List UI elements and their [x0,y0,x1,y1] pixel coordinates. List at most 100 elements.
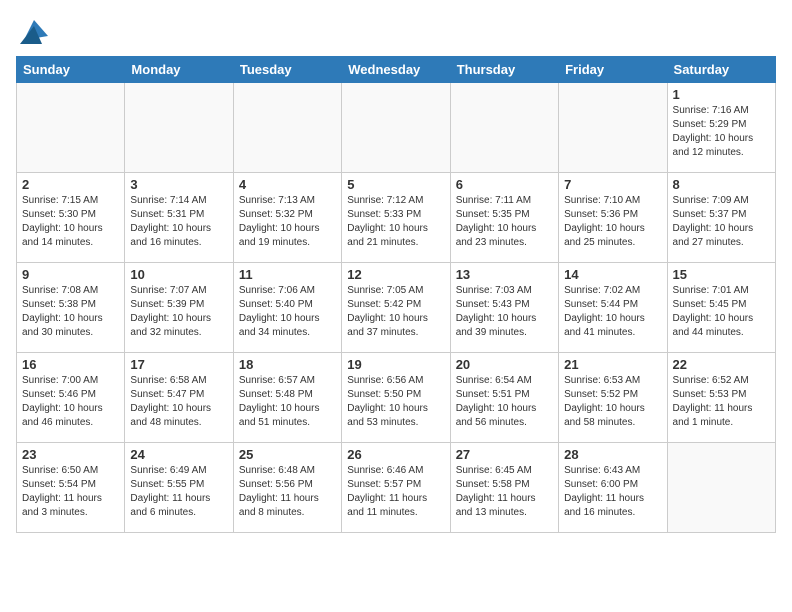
day-number: 18 [239,357,336,372]
day-number: 8 [673,177,770,192]
weekday-header-thursday: Thursday [450,57,558,83]
calendar-cell: 20 Sunrise: 6:54 AM Sunset: 5:51 PM Dayli… [450,353,558,443]
calendar-cell: 13 Sunrise: 7:03 AM Sunset: 5:43 PM Dayli… [450,263,558,353]
day-info: Sunrise: 7:14 AM Sunset: 5:31 PM Dayligh… [130,194,227,250]
calendar-header-row: SundayMondayTuesdayWednesdayThursdayFrid… [17,57,776,83]
day-info: Sunrise: 7:03 AM Sunset: 5:43 PM Dayligh… [456,284,553,340]
day-info: Sunrise: 7:01 AM Sunset: 5:45 PM Dayligh… [673,284,770,340]
calendar-cell: 15 Sunrise: 7:01 AM Sunset: 5:45 PM Dayli… [667,263,775,353]
calendar-cell: 22 Sunrise: 6:52 AM Sunset: 5:53 PM Dayli… [667,353,775,443]
week-row-4: 16 Sunrise: 7:00 AM Sunset: 5:46 PM Dayli… [17,353,776,443]
day-info: Sunrise: 7:10 AM Sunset: 5:36 PM Dayligh… [564,194,661,250]
week-row-3: 9 Sunrise: 7:08 AM Sunset: 5:38 PM Daylig… [17,263,776,353]
calendar-cell: 5 Sunrise: 7:12 AM Sunset: 5:33 PM Daylig… [342,173,450,263]
day-number: 3 [130,177,227,192]
day-number: 20 [456,357,553,372]
day-number: 6 [456,177,553,192]
day-info: Sunrise: 7:11 AM Sunset: 5:35 PM Dayligh… [456,194,553,250]
day-info: Sunrise: 6:57 AM Sunset: 5:48 PM Dayligh… [239,374,336,430]
calendar-cell: 28 Sunrise: 6:43 AM Sunset: 6:00 PM Dayli… [559,443,667,533]
calendar-cell: 24Sunrise: 6:49 AM Sunset: 5:55 PM Dayli… [125,443,233,533]
day-number: 22 [673,357,770,372]
day-number: 15 [673,267,770,282]
day-number: 26 [347,447,444,462]
day-number: 2 [22,177,119,192]
calendar-cell [450,83,558,173]
day-info: Sunrise: 7:02 AM Sunset: 5:44 PM Dayligh… [564,284,661,340]
day-info: Sunrise: 6:58 AM Sunset: 5:47 PM Dayligh… [130,374,227,430]
weekday-header-tuesday: Tuesday [233,57,341,83]
weekday-header-sunday: Sunday [17,57,125,83]
calendar-cell: 12 Sunrise: 7:05 AM Sunset: 5:42 PM Dayli… [342,263,450,353]
day-number: 28 [564,447,661,462]
calendar-cell: 6 Sunrise: 7:11 AM Sunset: 5:35 PM Daylig… [450,173,558,263]
day-number: 4 [239,177,336,192]
day-number: 10 [130,267,227,282]
day-info: Sunrise: 7:08 AM Sunset: 5:38 PM Dayligh… [22,284,119,340]
day-number: 25 [239,447,336,462]
day-info: Sunrise: 7:16 AM Sunset: 5:29 PM Dayligh… [673,104,770,160]
weekday-header-saturday: Saturday [667,57,775,83]
calendar-cell: 14 Sunrise: 7:02 AM Sunset: 5:44 PM Dayli… [559,263,667,353]
logo [16,16,48,44]
calendar-cell: 1 Sunrise: 7:16 AM Sunset: 5:29 PM Daylig… [667,83,775,173]
calendar-cell: 27Sunrise: 6:45 AM Sunset: 5:58 PM Dayli… [450,443,558,533]
calendar-cell: 8 Sunrise: 7:09 AM Sunset: 5:37 PM Daylig… [667,173,775,263]
day-info: Sunrise: 6:54 AM Sunset: 5:51 PM Dayligh… [456,374,553,430]
day-number: 21 [564,357,661,372]
day-number: 17 [130,357,227,372]
day-info: Sunrise: 6:45 AM Sunset: 5:58 PM Dayligh… [456,464,553,520]
day-number: 16 [22,357,119,372]
day-info: Sunrise: 7:00 AM Sunset: 5:46 PM Dayligh… [22,374,119,430]
day-info: Sunrise: 6:52 AM Sunset: 5:53 PM Dayligh… [673,374,770,430]
day-number: 23 [22,447,119,462]
calendar-cell: 19 Sunrise: 6:56 AM Sunset: 5:50 PM Dayli… [342,353,450,443]
day-number: 14 [564,267,661,282]
day-number: 12 [347,267,444,282]
day-number: 7 [564,177,661,192]
day-number: 5 [347,177,444,192]
day-info: Sunrise: 7:09 AM Sunset: 5:37 PM Dayligh… [673,194,770,250]
day-info: Sunrise: 7:05 AM Sunset: 5:42 PM Dayligh… [347,284,444,340]
logo-icon [20,16,48,44]
calendar-cell: 25 Sunrise: 6:48 AM Sunset: 5:56 PM Dayli… [233,443,341,533]
calendar-table: SundayMondayTuesdayWednesdayThursdayFrid… [16,56,776,533]
day-number: 13 [456,267,553,282]
calendar-cell: 17 Sunrise: 6:58 AM Sunset: 5:47 PM Dayli… [125,353,233,443]
calendar-cell: 2 Sunrise: 7:15 AM Sunset: 5:30 PM Daylig… [17,173,125,263]
day-info: Sunrise: 6:46 AM Sunset: 5:57 PM Dayligh… [347,464,444,520]
day-info: Sunrise: 7:15 AM Sunset: 5:30 PM Dayligh… [22,194,119,250]
day-info: Sunrise: 6:43 AM Sunset: 6:00 PM Dayligh… [564,464,661,520]
calendar-cell [125,83,233,173]
day-info: Sunrise: 7:13 AM Sunset: 5:32 PM Dayligh… [239,194,336,250]
day-number: 11 [239,267,336,282]
week-row-1: 1 Sunrise: 7:16 AM Sunset: 5:29 PM Daylig… [17,83,776,173]
day-info: Sunrise: 6:48 AM Sunset: 5:56 PM Dayligh… [239,464,336,520]
calendar-cell: 21 Sunrise: 6:53 AM Sunset: 5:52 PM Dayli… [559,353,667,443]
day-info: Sunrise: 6:53 AM Sunset: 5:52 PM Dayligh… [564,374,661,430]
day-number: 19 [347,357,444,372]
calendar-cell [342,83,450,173]
week-row-5: 23 Sunrise: 6:50 AM Sunset: 5:54 PM Dayli… [17,443,776,533]
calendar-cell: 9 Sunrise: 7:08 AM Sunset: 5:38 PM Daylig… [17,263,125,353]
calendar-cell: 4 Sunrise: 7:13 AM Sunset: 5:32 PM Daylig… [233,173,341,263]
day-info: Sunrise: 6:56 AM Sunset: 5:50 PM Dayligh… [347,374,444,430]
calendar-cell: 10 Sunrise: 7:07 AM Sunset: 5:39 PM Dayli… [125,263,233,353]
calendar-cell: 11 Sunrise: 7:06 AM Sunset: 5:40 PM Dayli… [233,263,341,353]
day-info: Sunrise: 7:06 AM Sunset: 5:40 PM Dayligh… [239,284,336,340]
week-row-2: 2 Sunrise: 7:15 AM Sunset: 5:30 PM Daylig… [17,173,776,263]
day-info: Sunrise: 6:50 AM Sunset: 5:54 PM Dayligh… [22,464,119,520]
calendar-cell: 16 Sunrise: 7:00 AM Sunset: 5:46 PM Dayli… [17,353,125,443]
calendar-cell: 7 Sunrise: 7:10 AM Sunset: 5:36 PM Daylig… [559,173,667,263]
day-number: 1 [673,87,770,102]
day-number: 9 [22,267,119,282]
calendar-cell: 23 Sunrise: 6:50 AM Sunset: 5:54 PM Dayli… [17,443,125,533]
day-info: Sunrise: 7:12 AM Sunset: 5:33 PM Dayligh… [347,194,444,250]
calendar-cell: 26 Sunrise: 6:46 AM Sunset: 5:57 PM Dayli… [342,443,450,533]
day-info: Sunrise: 6:49 AM Sunset: 5:55 PM Dayligh… [130,464,227,520]
day-info: Sunrise: 7:07 AM Sunset: 5:39 PM Dayligh… [130,284,227,340]
calendar-cell [667,443,775,533]
calendar-cell: 18 Sunrise: 6:57 AM Sunset: 5:48 PM Dayli… [233,353,341,443]
weekday-header-friday: Friday [559,57,667,83]
weekday-header-wednesday: Wednesday [342,57,450,83]
